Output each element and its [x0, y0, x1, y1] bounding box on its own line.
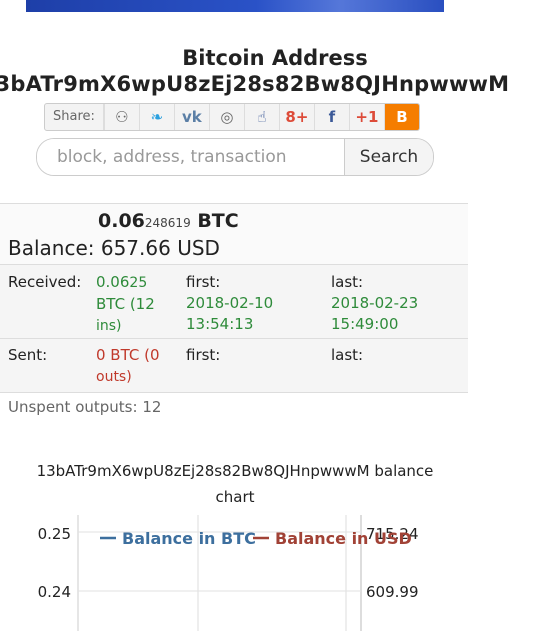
- search-input[interactable]: [37, 139, 344, 175]
- btc-balance: 0.06248619 BTC: [98, 210, 239, 232]
- like-icon[interactable]: ☝: [243, 104, 279, 130]
- sent-label: Sent:: [8, 346, 48, 364]
- vk-icon[interactable]: vk: [173, 104, 209, 130]
- weibo-icon[interactable]: ◎: [208, 104, 244, 130]
- chart-title: 13bATr9mX6wpU8zEj28s82Bw8QJHnpwwwM balan…: [36, 462, 434, 506]
- google-plus-one-icon[interactable]: +1: [348, 104, 384, 130]
- received-label: Received:: [8, 273, 82, 291]
- right-tick-label: 609.99: [366, 583, 419, 601]
- left-tick-label: 0.25: [38, 525, 71, 543]
- top-banner: [26, 0, 444, 12]
- share-bar: Share: ⚇ ❧ vk ◎ ☝ 8+ f +1 B: [44, 103, 420, 131]
- sent-row: Sent: 0 BTC (0 outs) first: last:: [0, 338, 468, 392]
- share-label: Share:: [45, 104, 104, 130]
- facebook-icon[interactable]: f: [313, 104, 349, 130]
- search-bar: Search: [36, 138, 434, 176]
- usd-balance: Balance: 657.66 USD: [8, 236, 220, 260]
- address-title: 13bATr9mX6wpU8zEj28s82Bw8QJHnpwwwM: [0, 72, 510, 96]
- blogger-icon[interactable]: B: [383, 104, 419, 130]
- legend-label-btc: Balance in BTC: [122, 529, 256, 548]
- twitter-icon[interactable]: ❧: [138, 104, 174, 130]
- received-amount: 0.0625 BTC (12 ins): [96, 273, 155, 334]
- received-last: last: 2018-02-23 15:49:00: [331, 273, 419, 333]
- balance-chart: 0.25 0.24 715.24 609.99 Balance in BTC B…: [38, 515, 419, 631]
- sent-first: first:: [186, 346, 221, 364]
- left-tick-label: 0.24: [38, 583, 71, 601]
- google-plus-icon[interactable]: 8+: [278, 104, 314, 130]
- received-row: Received: 0.0625 BTC (12 ins) first: 201…: [0, 264, 468, 339]
- reddit-icon[interactable]: ⚇: [103, 104, 139, 130]
- search-button[interactable]: Search: [344, 139, 433, 175]
- sent-amount: 0 BTC (0 outs): [96, 346, 160, 385]
- sent-last: last:: [331, 346, 364, 364]
- received-first: first: 2018-02-10 13:54:13: [186, 273, 274, 333]
- unspent-outputs: Unspent outputs: 12: [8, 398, 162, 416]
- page-title: Bitcoin Address: [182, 46, 368, 70]
- legend-label-usd: Balance in USD: [275, 529, 412, 548]
